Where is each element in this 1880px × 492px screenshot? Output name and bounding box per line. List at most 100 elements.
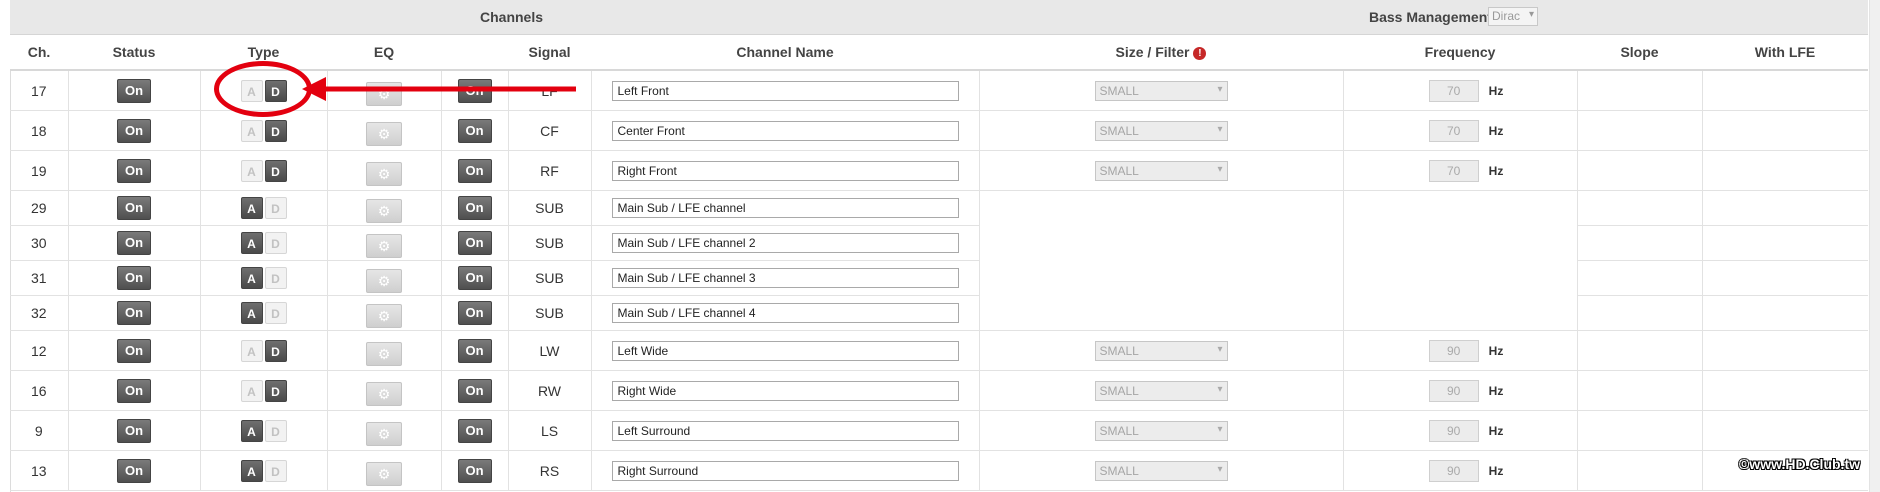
- output-on-button[interactable]: On: [457, 158, 492, 183]
- vertical-scrollbar[interactable]: [1869, 0, 1880, 492]
- type-digital-button[interactable]: D: [264, 339, 287, 362]
- size-select[interactable]: SMALL ▾: [1094, 160, 1228, 181]
- size-select[interactable]: SMALL ▾: [1094, 380, 1228, 401]
- status-on-button[interactable]: On: [117, 231, 151, 255]
- eq-settings-button[interactable]: ⚙: [366, 341, 402, 366]
- frequency-input[interactable]: 70: [1428, 79, 1479, 102]
- output-cell: On: [441, 110, 509, 151]
- type-digital-button[interactable]: D: [264, 119, 287, 142]
- channel-name-input[interactable]: [611, 420, 959, 441]
- status-on-button[interactable]: On: [117, 196, 151, 220]
- type-digital-button[interactable]: D: [264, 379, 287, 402]
- channel-name-input[interactable]: [611, 120, 959, 141]
- type-analog-button[interactable]: A: [240, 119, 263, 142]
- type-cell: AD: [200, 450, 328, 491]
- output-on-button[interactable]: On: [457, 418, 492, 443]
- type-digital-button[interactable]: D: [264, 197, 287, 219]
- status-on-button[interactable]: On: [117, 418, 151, 443]
- output-on-button[interactable]: On: [457, 231, 492, 255]
- type-cell: AD: [200, 295, 328, 331]
- slope-cell: [1577, 190, 1703, 226]
- eq-settings-button[interactable]: ⚙: [366, 421, 402, 446]
- type-analog-button[interactable]: A: [240, 419, 263, 442]
- size-select[interactable]: SMALL ▾: [1094, 460, 1228, 481]
- type-analog-button[interactable]: A: [240, 379, 263, 402]
- status-on-button[interactable]: On: [117, 158, 151, 183]
- frequency-input[interactable]: 90: [1428, 339, 1479, 362]
- frequency-input[interactable]: 90: [1428, 459, 1479, 482]
- channel-row: 31 On A D ⚙ On SUB: [10, 260, 1868, 296]
- eq-settings-button[interactable]: ⚙: [366, 234, 402, 258]
- type-digital-button[interactable]: D: [264, 459, 287, 482]
- status-on-button[interactable]: On: [117, 301, 151, 325]
- output-on-button[interactable]: On: [457, 78, 492, 103]
- status-on-button[interactable]: On: [117, 458, 151, 483]
- type-analog-button[interactable]: A: [240, 339, 263, 362]
- channel-row: 30 On A D ⚙ On SUB: [10, 225, 1868, 261]
- channel-name-input[interactable]: [611, 198, 959, 218]
- output-on-button[interactable]: On: [457, 301, 492, 325]
- gear-icon: ⚙: [377, 203, 391, 219]
- type-analog-button[interactable]: A: [240, 267, 263, 289]
- size-select[interactable]: SMALL ▾: [1094, 80, 1228, 101]
- output-on-button[interactable]: On: [457, 196, 492, 220]
- eq-settings-button[interactable]: ⚙: [366, 461, 402, 486]
- gear-icon: ⚙: [377, 165, 391, 182]
- size-select[interactable]: SMALL ▾: [1094, 420, 1228, 441]
- frequency-input[interactable]: 70: [1428, 119, 1479, 142]
- channel-name-input[interactable]: [611, 340, 959, 361]
- slope-cell: [1577, 150, 1703, 191]
- info-icon[interactable]: !: [1193, 47, 1207, 60]
- type-analog-button[interactable]: A: [240, 459, 263, 482]
- status-on-button[interactable]: On: [117, 78, 151, 103]
- channel-name-input[interactable]: [611, 80, 959, 101]
- type-cell: AD: [200, 410, 328, 451]
- channel-number: 12: [10, 330, 69, 371]
- bass-management-select[interactable]: Dirac ▾: [1488, 7, 1538, 26]
- channel-name-input[interactable]: [611, 303, 959, 323]
- output-on-button[interactable]: On: [457, 266, 492, 290]
- output-on-button[interactable]: On: [457, 378, 492, 403]
- status-on-button[interactable]: On: [117, 338, 151, 363]
- frequency-input[interactable]: 90: [1428, 419, 1479, 442]
- eq-settings-button[interactable]: ⚙: [366, 381, 402, 406]
- eq-settings-button[interactable]: ⚙: [366, 121, 402, 146]
- type-digital-button[interactable]: D: [264, 419, 287, 442]
- type-analog-button[interactable]: A: [240, 232, 263, 254]
- size-select[interactable]: SMALL ▾: [1094, 120, 1228, 141]
- type-digital-button[interactable]: D: [264, 79, 287, 102]
- type-analog-button[interactable]: A: [240, 79, 263, 102]
- channel-name-input[interactable]: [611, 460, 959, 481]
- type-cell: AD: [200, 225, 328, 261]
- status-on-button[interactable]: On: [117, 266, 151, 290]
- eq-settings-button[interactable]: ⚙: [366, 269, 402, 293]
- eq-settings-button[interactable]: ⚙: [366, 81, 402, 106]
- type-analog-button[interactable]: A: [240, 197, 263, 219]
- eq-settings-button[interactable]: ⚙: [366, 161, 402, 186]
- channel-name-input[interactable]: [611, 233, 959, 253]
- type-digital-button[interactable]: D: [264, 302, 287, 324]
- channel-name-input[interactable]: [611, 268, 959, 288]
- hz-label: Hz: [1488, 163, 1504, 178]
- frequency-input[interactable]: 90: [1428, 379, 1479, 402]
- eq-settings-button[interactable]: ⚙: [366, 304, 402, 328]
- status-on-button[interactable]: On: [117, 378, 151, 403]
- channel-name-input[interactable]: [611, 380, 959, 401]
- slope-cell: [1577, 450, 1703, 491]
- bass-management-label: Bass Management: [1369, 9, 1492, 25]
- type-digital-button[interactable]: D: [264, 159, 287, 182]
- type-analog-button[interactable]: A: [240, 159, 263, 182]
- channel-name-input[interactable]: [611, 160, 959, 181]
- output-on-button[interactable]: On: [457, 338, 492, 363]
- type-analog-button[interactable]: A: [240, 302, 263, 324]
- with-lfe-cell: [1702, 190, 1868, 226]
- type-digital-button[interactable]: D: [264, 232, 287, 254]
- type-digital-button[interactable]: D: [264, 267, 287, 289]
- output-on-button[interactable]: On: [457, 458, 492, 483]
- eq-settings-button[interactable]: ⚙: [366, 199, 402, 223]
- output-on-button[interactable]: On: [457, 118, 492, 143]
- size-select-value: SMALL: [1099, 123, 1139, 138]
- size-select[interactable]: SMALL ▾: [1094, 340, 1228, 361]
- status-on-button[interactable]: On: [117, 118, 151, 143]
- frequency-input[interactable]: 70: [1428, 159, 1479, 182]
